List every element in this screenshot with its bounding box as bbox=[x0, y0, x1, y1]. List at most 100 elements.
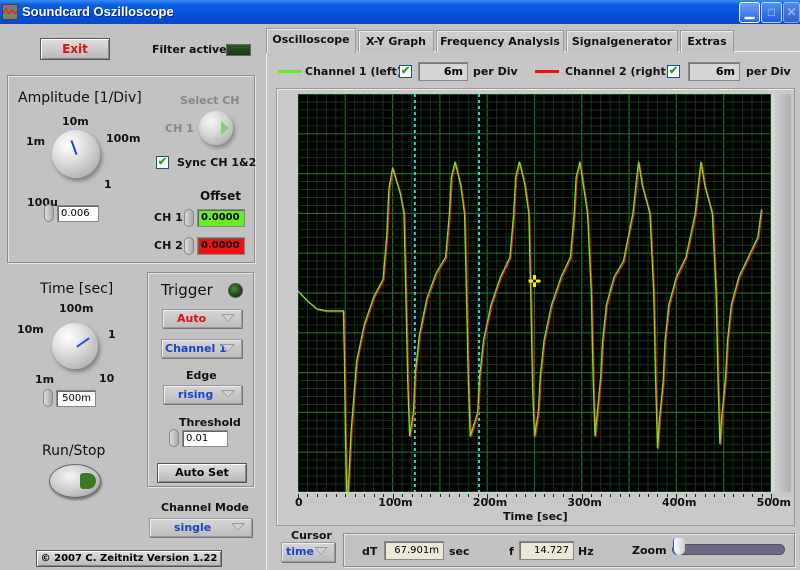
x-tick-mark bbox=[752, 494, 754, 497]
time-tick-10m: 10m bbox=[17, 323, 44, 336]
x-tick-label: 200m bbox=[472, 496, 508, 509]
chevron-down-icon bbox=[221, 344, 235, 352]
amplitude-value-input[interactable]: 0.006 bbox=[57, 205, 99, 222]
x-tick-mark bbox=[733, 494, 735, 497]
play-icon bbox=[80, 473, 96, 489]
time-tick-10: 10 bbox=[99, 372, 115, 385]
run-stop-label: Run/Stop bbox=[42, 443, 106, 459]
ch2-legend-line bbox=[535, 70, 559, 73]
tab-xy-graph[interactable]: X-Y Graph bbox=[358, 30, 434, 52]
zoom-slider-thumb[interactable] bbox=[673, 538, 685, 555]
x-tick-mark bbox=[742, 494, 744, 497]
oscilloscope-window: Soundcard Oszilloscope ▁ □ ✕ Exit Filter… bbox=[0, 0, 800, 570]
sync-label: Sync CH 1&2 bbox=[177, 156, 257, 169]
ch1-label: Channel 1 (left) bbox=[305, 65, 402, 78]
x-tick-mark bbox=[562, 494, 564, 497]
oscilloscope-plot[interactable] bbox=[298, 94, 771, 492]
trigger-channel-dropdown[interactable]: Channel 1 bbox=[161, 339, 242, 358]
sync-checkbox[interactable]: ✔ bbox=[156, 156, 169, 169]
time-value-input[interactable]: 500m bbox=[56, 390, 96, 407]
exit-button[interactable]: Exit bbox=[40, 38, 110, 60]
x-tick-mark bbox=[638, 494, 640, 497]
trigger-title: Trigger bbox=[161, 281, 213, 299]
ch1-per-div-input[interactable]: 6m bbox=[418, 62, 468, 81]
checkmark-icon: ✔ bbox=[668, 65, 679, 77]
close-icon: ✕ bbox=[786, 5, 797, 19]
zoom-slider-track[interactable] bbox=[672, 544, 785, 555]
x-tick-mark bbox=[316, 494, 318, 497]
trigger-mode-value: Auto bbox=[177, 312, 207, 325]
filter-active-label: Filter active bbox=[152, 43, 227, 56]
offset-ch1-spinner[interactable] bbox=[184, 209, 194, 227]
amplitude-spinner[interactable] bbox=[44, 204, 54, 222]
dt-label: dT bbox=[362, 545, 378, 558]
channel-mode-value: single bbox=[174, 521, 212, 534]
copyright-label: © 2007 C. Zeitnitz Version 1.22 bbox=[36, 550, 222, 567]
checkmark-icon: ✔ bbox=[400, 65, 411, 77]
filter-active-led bbox=[226, 44, 251, 56]
time-title: Time [sec] bbox=[40, 281, 114, 297]
ch1-legend-line bbox=[278, 70, 302, 73]
window-title: Soundcard Oszilloscope bbox=[22, 4, 174, 19]
amplitude-knob-group: 100u 1m 10m 100m 1 bbox=[26, 115, 141, 209]
x-tick-mark bbox=[449, 494, 451, 497]
f-value: 14.727 bbox=[519, 541, 574, 560]
channel-mode-dropdown[interactable]: single bbox=[149, 518, 252, 537]
play-triangle-icon bbox=[221, 121, 229, 135]
x-tick-mark bbox=[543, 494, 545, 497]
close-button[interactable]: ✕ bbox=[783, 2, 800, 23]
ch2-per-div-input[interactable]: 6m bbox=[688, 62, 740, 81]
tab-frequency-analysis[interactable]: Frequency Analysis bbox=[436, 30, 564, 52]
trigger-led bbox=[228, 283, 243, 298]
threshold-spinner[interactable] bbox=[169, 429, 179, 447]
x-tick-mark bbox=[553, 494, 555, 497]
x-tick-mark bbox=[610, 494, 612, 497]
plot-scrollbar[interactable] bbox=[771, 94, 791, 492]
trigger-edge-dropdown[interactable]: rising bbox=[163, 385, 242, 404]
offset-ch1-input[interactable]: 0.0000 bbox=[197, 209, 245, 227]
maximize-button[interactable]: □ bbox=[761, 2, 782, 23]
chevron-down-icon bbox=[221, 314, 235, 322]
x-tick-mark bbox=[354, 494, 356, 497]
amp-tick-10m: 10m bbox=[62, 115, 89, 128]
x-tick-mark bbox=[629, 494, 631, 497]
x-tick-mark bbox=[723, 494, 725, 497]
select-ch-label: Select CH bbox=[180, 94, 240, 107]
minimize-button[interactable]: ▁ bbox=[739, 2, 760, 23]
trigger-channel-value: Channel 1 bbox=[165, 342, 227, 355]
amplitude-title: Amplitude [1/Div] bbox=[18, 90, 142, 106]
knob-pointer bbox=[76, 337, 90, 348]
x-tick-mark bbox=[468, 494, 470, 497]
ch1-enable-checkbox[interactable]: ✔ bbox=[399, 65, 412, 78]
time-knob[interactable] bbox=[52, 323, 98, 369]
trigger-mode-dropdown[interactable]: Auto bbox=[162, 309, 242, 328]
auto-set-button[interactable]: Auto Set bbox=[157, 463, 247, 483]
cursor-mode-value: time bbox=[286, 545, 314, 558]
ch2-per-div-label: per Div bbox=[746, 65, 791, 78]
offset-ch2-input[interactable]: 0.0000 bbox=[197, 237, 245, 255]
threshold-input[interactable]: 0.01 bbox=[182, 430, 228, 447]
offset-ch2-spinner[interactable] bbox=[184, 237, 194, 255]
crosshair-center bbox=[533, 279, 536, 283]
x-tick-mark bbox=[648, 494, 650, 497]
time-tick-1m: 1m bbox=[35, 373, 55, 386]
ch2-enable-checkbox[interactable]: ✔ bbox=[667, 65, 680, 78]
tab-extras[interactable]: Extras bbox=[680, 30, 734, 52]
select-ch-knob[interactable] bbox=[199, 111, 233, 145]
ch2-label: Channel 2 (right) bbox=[565, 65, 671, 78]
ch1-per-div-label: per Div bbox=[473, 65, 518, 78]
time-spinner[interactable] bbox=[43, 389, 53, 407]
amplitude-knob[interactable] bbox=[52, 130, 100, 178]
cursor-mode-dropdown[interactable]: time bbox=[281, 542, 335, 562]
amp-tick-100m: 100m bbox=[106, 132, 141, 145]
x-tick-label: 0 bbox=[295, 496, 303, 509]
cursor-label: Cursor bbox=[291, 529, 332, 542]
run-stop-button[interactable] bbox=[49, 464, 101, 498]
amp-tick-1: 1 bbox=[104, 178, 112, 191]
x-tick-label: 500m bbox=[756, 496, 792, 509]
x-tick-mark bbox=[373, 494, 375, 497]
offset-ch2-label: CH 2 bbox=[154, 239, 183, 252]
tab-oscilloscope[interactable]: Oscilloscope bbox=[266, 28, 356, 53]
tab-signalgenerator[interactable]: Signalgenerator bbox=[566, 30, 678, 52]
x-tick-mark bbox=[714, 494, 716, 497]
